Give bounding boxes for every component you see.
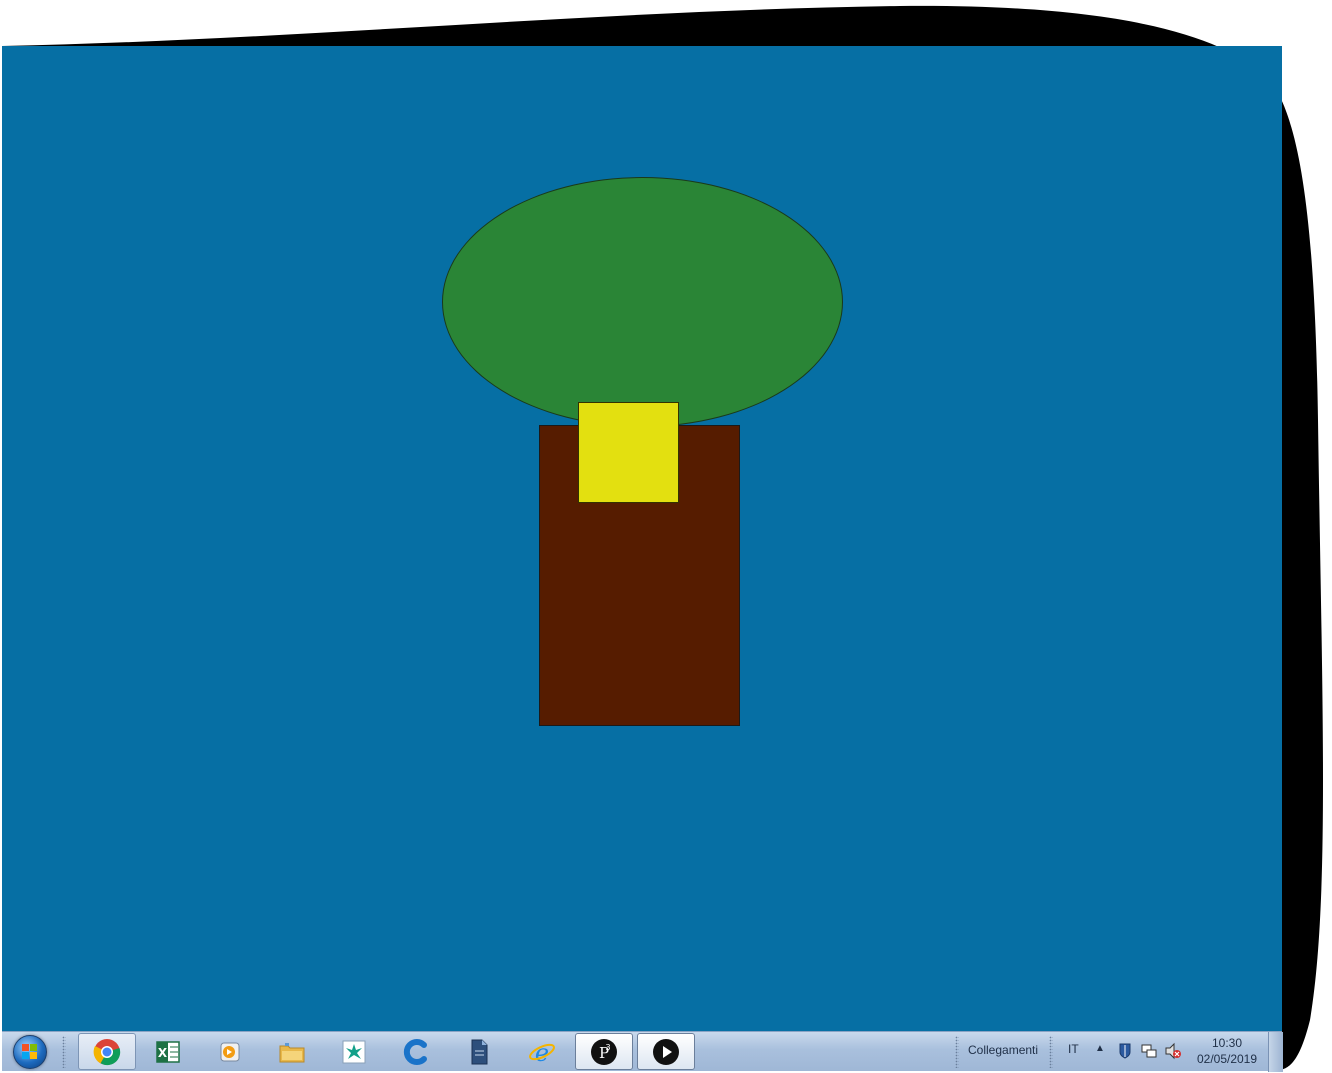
play-icon [653,1038,679,1065]
taskbar-grip[interactable] [62,1036,66,1068]
svg-text:e: e [535,1039,549,1067]
taskbar-item-ccleaner[interactable] [388,1033,446,1070]
media-player-icon [220,1042,240,1061]
taskbar-item-file-explorer[interactable] [263,1033,321,1070]
clock-time: 10:30 [1211,1036,1243,1050]
show-desktop-button[interactable] [1268,1032,1283,1072]
system-clock[interactable]: 10:30 02/05/2019 [1192,1035,1262,1067]
start-button[interactable] [8,1034,52,1070]
desktop-canvas[interactable] [2,46,1282,1031]
folder-icon [279,1042,305,1062]
internet-explorer-icon: e [529,1039,555,1067]
taskbar: X e P 3 Collegamenti IT ▲ 10:30 02/05/20… [2,1031,1283,1072]
taskbar-item-internet-explorer[interactable]: e [513,1033,571,1070]
language-bar-grip[interactable] [1049,1036,1053,1068]
network-icon[interactable] [1140,1042,1158,1060]
tree-crown-ellipse [442,177,843,427]
taskbar-item-player-app[interactable] [637,1033,695,1070]
document-icon [471,1039,488,1064]
volume-muted-icon[interactable] [1164,1042,1182,1060]
links-toolbar-grip[interactable] [955,1036,959,1068]
show-hidden-icons-arrow[interactable]: ▲ [1095,1043,1105,1054]
yellow-square [578,402,679,503]
taskbar-item-p3-app[interactable]: P 3 [575,1033,633,1070]
c-app-icon [403,1038,427,1065]
taskbar-item-media-player[interactable] [201,1033,259,1070]
taskbar-item-chrome[interactable] [78,1033,136,1070]
windows-start-icon [13,1035,47,1069]
green-leaf-app-icon [342,1040,366,1063]
links-toolbar-label[interactable]: Collegamenti [968,1043,1038,1057]
screenshot: X e P 3 Collegamenti IT ▲ 10:30 02/05/20… [0,0,1332,1073]
clock-date: 02/05/2019 [1196,1052,1258,1066]
action-center-flag-icon[interactable] [1116,1042,1134,1060]
taskbar-item-document-app[interactable] [450,1033,508,1070]
chrome-icon [93,1038,121,1065]
svg-text:X: X [158,1046,168,1060]
taskbar-item-app[interactable] [325,1033,383,1070]
p3-icon: P 3 [591,1038,617,1065]
taskbar-item-excel[interactable]: X [139,1033,197,1070]
svg-text:3: 3 [605,1043,610,1052]
language-indicator[interactable]: IT [1068,1042,1079,1056]
excel-icon: X [156,1040,180,1063]
